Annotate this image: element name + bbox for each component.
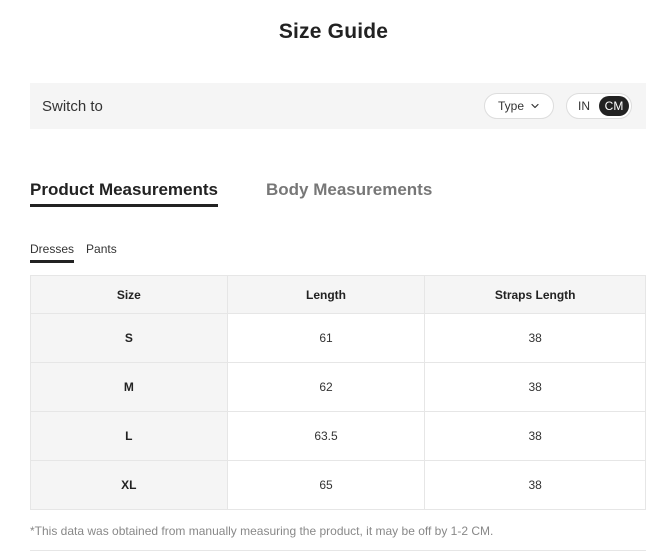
header-straps-length: Straps Length [424,275,646,314]
measurement-tabs: Product Measurements Body Measurements [30,180,432,207]
unit-option-in[interactable]: IN [569,96,599,116]
tab-dresses[interactable]: Dresses [30,242,75,263]
size-cell: XL [30,460,228,510]
unit-switch-bar: Switch to Type IN CM [30,83,646,129]
header-length: Length [226,275,426,314]
tab-pants[interactable]: Pants [86,242,117,263]
table-row: M 62 38 [30,362,646,412]
unit-toggle[interactable]: IN CM [566,93,632,119]
type-select[interactable]: Type [484,93,554,119]
size-table: Size Length Straps Length S 61 38 M 62 3… [30,275,646,510]
table-header-row: Size Length Straps Length [30,275,646,314]
size-cell: S [30,313,228,363]
table-row: L 63.5 38 [30,411,646,461]
chevron-down-icon [531,103,539,109]
unit-option-cm[interactable]: CM [599,96,629,116]
type-select-label: Type [497,99,524,113]
table-row: S 61 38 [30,313,646,363]
size-cell: M [30,362,228,412]
size-cell: L [30,411,228,461]
straps-length-cell: 38 [424,411,646,461]
category-tabs: Dresses Pants [30,242,117,263]
header-size: Size [30,275,228,314]
tab-body-measurements[interactable]: Body Measurements [266,180,432,207]
divider [30,550,646,551]
tab-product-measurements[interactable]: Product Measurements [30,180,218,207]
straps-length-cell: 38 [424,313,646,363]
table-row: XL 65 38 [30,460,646,510]
page-title: Size Guide [278,20,389,43]
length-cell: 62 [226,362,426,412]
length-cell: 61 [226,313,426,363]
length-cell: 63.5 [226,411,426,461]
length-cell: 65 [226,460,426,510]
switch-label: Switch to [42,97,103,115]
straps-length-cell: 38 [424,362,646,412]
measurement-note: *This data was obtained from manually me… [30,524,494,538]
switch-controls: Type IN CM [484,93,632,119]
straps-length-cell: 38 [424,460,646,510]
